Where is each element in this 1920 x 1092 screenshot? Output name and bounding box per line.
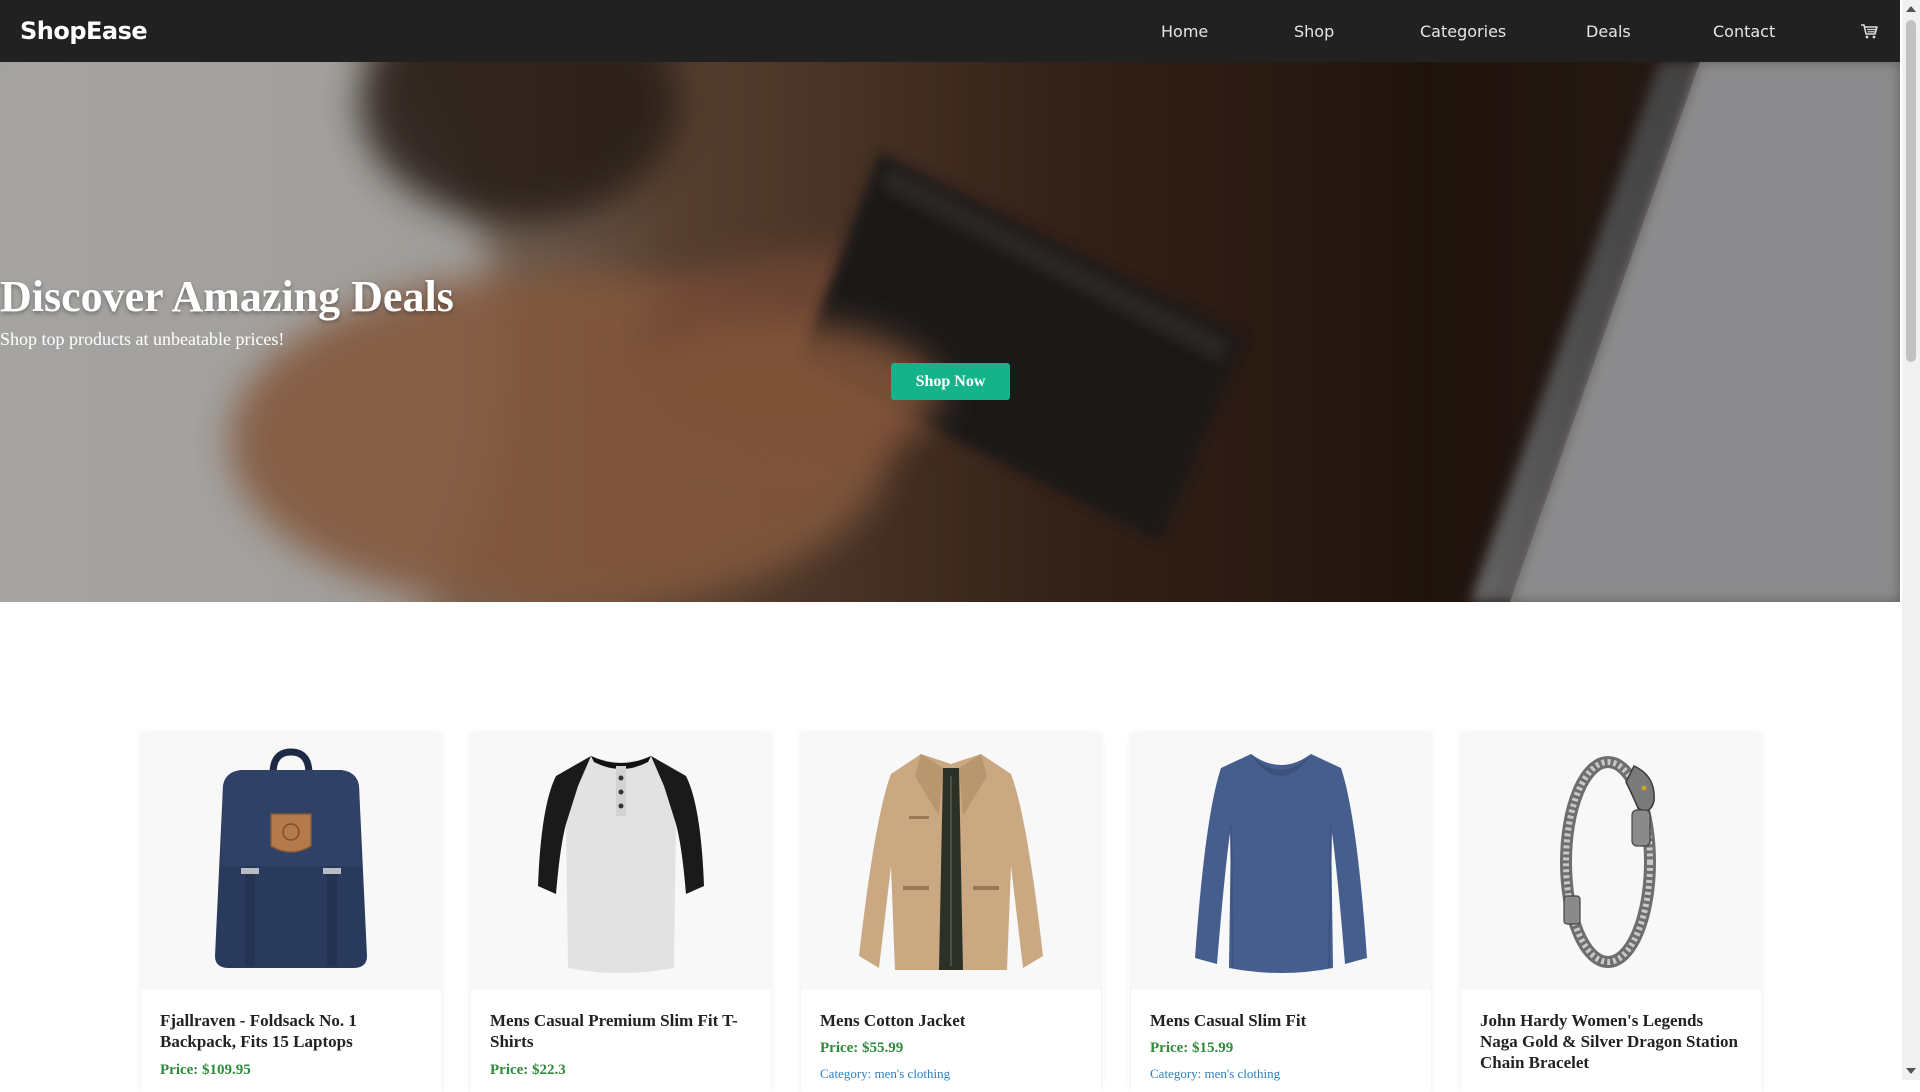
product-card[interactable]: Mens Casual Premium Slim Fit T-Shirts Pr…	[471, 732, 771, 1092]
nav-link-deals[interactable]: Deals	[1586, 0, 1631, 62]
product-image[interactable]	[1461, 732, 1761, 990]
product-image[interactable]	[471, 732, 771, 990]
scroll-up-arrow-icon[interactable]	[1906, 6, 1916, 12]
product-price: Price: $55.99	[820, 1040, 904, 1056]
hero-banner: Discover Amazing Deals Shop top products…	[0, 62, 1900, 602]
product-title[interactable]: John Hardy Women's Legends Naga Gold & S…	[1480, 1010, 1745, 1073]
product-image[interactable]	[801, 732, 1101, 990]
bracelet-image	[1560, 756, 1656, 968]
product-card[interactable]: Fjallraven - Foldsack No. 1 Backpack, Fi…	[141, 732, 441, 1092]
shop-now-button[interactable]: Shop Now	[891, 363, 1010, 400]
product-title[interactable]: Mens Cotton Jacket	[820, 1010, 1085, 1031]
product-card[interactable]: John Hardy Women's Legends Naga Gold & S…	[1461, 732, 1761, 1092]
nav-links: Home Shop Categories Deals Contact	[0, 0, 1900, 62]
sweater-image	[1195, 754, 1367, 973]
page-scrollbar[interactable]	[1902, 0, 1920, 1080]
product-title[interactable]: Mens Casual Slim Fit	[1150, 1010, 1415, 1031]
nav-link-contact[interactable]: Contact	[1713, 0, 1775, 62]
scroll-down-arrow-icon[interactable]	[1906, 1068, 1916, 1074]
backpack-image	[215, 748, 367, 968]
navbar: ShopEase Home Shop Categories Deals Cont…	[0, 0, 1900, 62]
tshirt-image	[538, 756, 704, 973]
product-price: Price: $15.99	[1150, 1040, 1234, 1056]
hero-subtitle: Shop top products at unbeatable prices!	[0, 329, 285, 349]
jacket-image	[859, 754, 1043, 970]
cart-icon[interactable]	[1860, 22, 1878, 40]
product-title[interactable]: Mens Casual Premium Slim Fit T-Shirts	[490, 1010, 755, 1052]
product-image[interactable]	[1131, 732, 1431, 990]
product-grid: Fjallraven - Foldsack No. 1 Backpack, Fi…	[141, 732, 1761, 1092]
scroll-thumb[interactable]	[1906, 20, 1916, 362]
nav-link-categories[interactable]: Categories	[1420, 0, 1506, 62]
nav-link-home[interactable]: Home	[1161, 0, 1208, 62]
product-image[interactable]	[141, 732, 441, 990]
product-price: Price: $22.3	[490, 1062, 566, 1078]
product-price: Price: $109.95	[160, 1062, 251, 1078]
product-card[interactable]: Mens Casual Slim Fit Price: $15.99 Categ…	[1131, 732, 1431, 1092]
hero-title: Discover Amazing Deals	[0, 272, 454, 321]
nav-link-shop[interactable]: Shop	[1294, 0, 1334, 62]
product-card[interactable]: Mens Cotton Jacket Price: $55.99 Categor…	[801, 732, 1101, 1092]
product-title[interactable]: Fjallraven - Foldsack No. 1 Backpack, Fi…	[160, 1010, 425, 1052]
